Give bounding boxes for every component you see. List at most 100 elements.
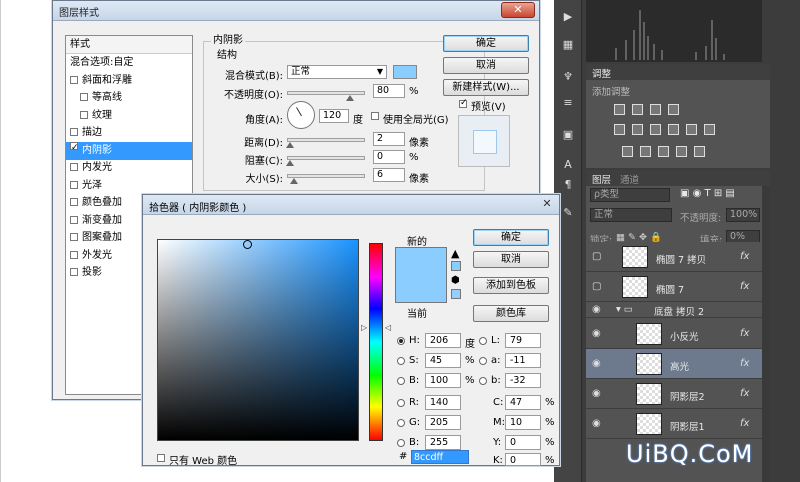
hue-arrow-left-icon[interactable]: ▷ bbox=[361, 323, 367, 332]
layer-row[interactable]: ◉ 高光 fx bbox=[586, 349, 770, 379]
layer-row[interactable]: ▢ 椭圆 7 拷贝 fx bbox=[586, 242, 770, 272]
layers-tab[interactable]: 图层 bbox=[592, 172, 611, 186]
distance-input[interactable]: 2 bbox=[373, 132, 405, 146]
style-item-checkbox[interactable] bbox=[70, 180, 78, 189]
b-input[interactable]: 100 bbox=[425, 373, 461, 388]
distance-slider[interactable] bbox=[286, 138, 365, 148]
h-input[interactable]: 206 bbox=[425, 333, 461, 348]
photo-filter-icon[interactable] bbox=[686, 124, 697, 135]
blend-mode-select[interactable]: 正常 ▼ bbox=[287, 65, 387, 79]
layer-group-row[interactable]: ◉ ▾ ▭ 底盘 拷贝 2 bbox=[586, 302, 770, 318]
web-colors-only-checkbox[interactable] bbox=[157, 454, 165, 462]
posterize-icon[interactable] bbox=[640, 146, 651, 157]
choke-input[interactable]: 0 bbox=[373, 150, 405, 164]
style-item-checkbox[interactable] bbox=[80, 93, 88, 101]
folder-icon[interactable]: ▾ ▭ bbox=[616, 304, 633, 315]
clone-icon[interactable]: ▣ bbox=[560, 128, 576, 142]
hex-input[interactable]: 8ccdff bbox=[411, 450, 469, 464]
visibility-eye-icon[interactable]: ◉ bbox=[592, 305, 602, 315]
choke-slider-thumb[interactable] bbox=[286, 160, 294, 166]
gradient-map-icon[interactable] bbox=[676, 146, 687, 157]
new-style-button[interactable]: 新建样式(W)... bbox=[443, 79, 529, 96]
b-radio[interactable] bbox=[397, 377, 405, 385]
style-item-checkbox[interactable] bbox=[70, 75, 78, 84]
picker-ok-button[interactable]: 确定 bbox=[473, 229, 549, 246]
g-radio[interactable] bbox=[397, 419, 405, 427]
style-item[interactable]: 内阴影 bbox=[66, 141, 192, 160]
opacity-slider-thumb[interactable] bbox=[346, 95, 354, 101]
brush-icon[interactable]: ♆ bbox=[560, 70, 576, 84]
style-item-checkbox[interactable] bbox=[70, 141, 78, 150]
vibrance-icon[interactable] bbox=[614, 124, 625, 135]
layer-thumbnail[interactable] bbox=[636, 323, 662, 345]
picker-cancel-button[interactable]: 取消 bbox=[473, 251, 549, 268]
shadow-color-swatch[interactable] bbox=[393, 65, 417, 79]
visibility-eye-icon[interactable]: ◉ bbox=[592, 329, 602, 339]
layer-thumbnail[interactable] bbox=[636, 353, 662, 375]
h-radio[interactable] bbox=[397, 337, 405, 345]
layer-row[interactable]: ◉ 阴影层1 fx bbox=[586, 409, 770, 439]
angle-dial[interactable] bbox=[287, 101, 315, 129]
layer-filter-icons[interactable]: ▣ ◉ T ⊞ ▤ bbox=[680, 188, 735, 199]
hue-slider[interactable] bbox=[369, 243, 383, 441]
style-item-checkbox[interactable] bbox=[70, 128, 78, 136]
style-item[interactable]: 混合选项:自定 bbox=[66, 54, 192, 72]
s-radio[interactable] bbox=[397, 357, 405, 365]
web-safe-cube-icon[interactable]: ⬢ bbox=[451, 275, 460, 286]
layer-kind-filter[interactable]: ρ类型 bbox=[590, 188, 670, 202]
layer-fx-icon[interactable]: fx bbox=[740, 251, 749, 262]
r-input[interactable]: 140 bbox=[425, 395, 461, 410]
blue-input[interactable]: 255 bbox=[425, 435, 461, 450]
curves-icon[interactable] bbox=[650, 104, 661, 115]
layer-fx-icon[interactable]: fx bbox=[740, 418, 749, 429]
character-icon[interactable]: A bbox=[560, 158, 576, 172]
layer-thumbnail[interactable] bbox=[622, 246, 648, 268]
brightness-icon[interactable] bbox=[614, 104, 625, 115]
adjustments-tab[interactable]: 调整 bbox=[592, 66, 611, 80]
gamut-color-swatch[interactable] bbox=[451, 261, 461, 271]
invert-icon[interactable] bbox=[622, 146, 633, 157]
distance-slider-thumb[interactable] bbox=[286, 142, 294, 148]
style-item-checkbox[interactable] bbox=[70, 215, 78, 224]
preview-checkbox[interactable] bbox=[459, 100, 467, 108]
channels-tab[interactable]: 通道 bbox=[620, 172, 639, 186]
color-libraries-button[interactable]: 颜色库 bbox=[473, 305, 549, 322]
ok-button[interactable]: 确定 bbox=[443, 35, 529, 52]
style-item-checkbox[interactable] bbox=[70, 268, 78, 276]
close-icon[interactable]: ✕ bbox=[539, 197, 555, 211]
l-radio[interactable] bbox=[479, 337, 487, 345]
opacity-slider[interactable] bbox=[287, 91, 365, 101]
angle-input[interactable]: 120 bbox=[319, 109, 349, 123]
layer-fx-icon[interactable]: fx bbox=[740, 328, 749, 339]
size-slider-thumb[interactable] bbox=[290, 178, 298, 184]
exposure-icon[interactable] bbox=[668, 104, 679, 115]
style-item[interactable]: 斜面和浮雕 bbox=[66, 72, 192, 90]
style-item[interactable]: 光泽 bbox=[66, 177, 192, 195]
style-item-checkbox[interactable] bbox=[70, 163, 78, 171]
style-item[interactable]: 等高线 bbox=[66, 89, 192, 107]
layer-fx-icon[interactable]: fx bbox=[740, 358, 749, 369]
style-item-checkbox[interactable] bbox=[70, 198, 78, 206]
a-radio[interactable] bbox=[479, 357, 487, 365]
layer-blend-select[interactable]: 正常 bbox=[590, 208, 672, 222]
layer-row[interactable]: ▢ 椭圆 7 fx bbox=[586, 272, 770, 302]
style-item[interactable]: 纹理 bbox=[66, 107, 192, 125]
layers-scrollbar[interactable] bbox=[762, 186, 770, 482]
close-button[interactable]: ✕ bbox=[501, 2, 535, 18]
black-white-icon[interactable] bbox=[668, 124, 679, 135]
style-item-checkbox[interactable] bbox=[80, 110, 88, 119]
balance-icon[interactable] bbox=[632, 124, 643, 135]
layer-fx-icon[interactable]: fx bbox=[740, 281, 749, 292]
visibility-eye-icon[interactable]: ▢ bbox=[592, 252, 602, 262]
a-input[interactable]: -11 bbox=[505, 353, 541, 368]
g-input[interactable]: 205 bbox=[425, 415, 461, 430]
play-icon[interactable]: ▶ bbox=[560, 10, 576, 24]
blue-radio[interactable] bbox=[397, 439, 405, 447]
style-item[interactable]: 描边 bbox=[66, 124, 192, 142]
selective-color-icon[interactable] bbox=[694, 146, 705, 157]
style-item-checkbox[interactable] bbox=[70, 233, 78, 241]
lab-b-radio[interactable] bbox=[479, 377, 487, 385]
size-input[interactable]: 6 bbox=[373, 168, 405, 182]
tool-presets-icon[interactable]: ✎ bbox=[560, 206, 576, 220]
choke-slider[interactable] bbox=[286, 156, 365, 166]
